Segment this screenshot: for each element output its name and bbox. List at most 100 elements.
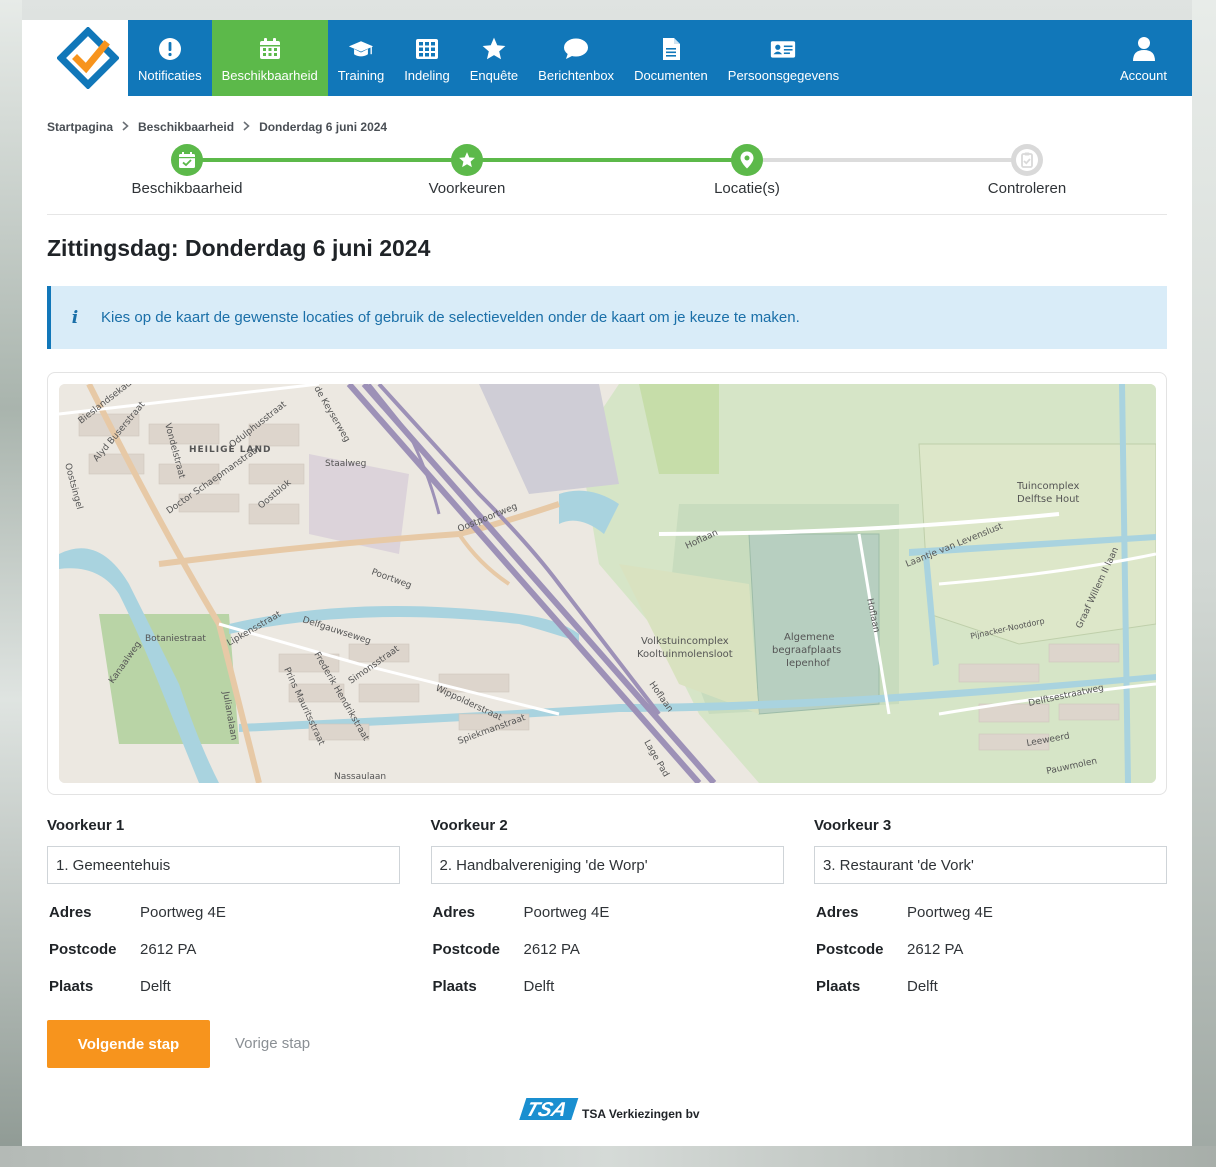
- adres-value: Poortweg 4E: [907, 904, 993, 921]
- info-icon: i: [71, 307, 79, 328]
- brand-logo-icon: [56, 27, 119, 89]
- nav-notificaties[interactable]: Notificaties: [128, 20, 212, 96]
- nav-label: Training: [337, 67, 385, 83]
- step-label: Locatie(s): [714, 180, 780, 197]
- breadcrumb: Startpagina Beschikbaarheid Donderdag 6 …: [47, 120, 387, 134]
- preference-3-select[interactable]: 3. Restaurant 'de Vork': [814, 846, 1167, 884]
- grid-icon: [414, 36, 440, 62]
- postcode-label: Postcode: [49, 941, 117, 958]
- info-alert: i Kies op de kaart de gewenste locaties …: [47, 286, 1167, 349]
- next-step-button[interactable]: Volgende stap: [47, 1020, 210, 1068]
- breadcrumb-item-current: Donderdag 6 juni 2024: [259, 120, 388, 134]
- preference-2: Voorkeur 2 2. Handbalvereniging 'de Worp…: [430, 817, 784, 1005]
- graduation-cap-icon: [348, 36, 374, 62]
- adres-value: Poortweg 4E: [523, 904, 610, 921]
- map-label: begraafplaats: [772, 645, 841, 656]
- calendar-check-icon: [171, 144, 203, 176]
- nav-enquete[interactable]: Enquête: [460, 20, 528, 96]
- step-locaties[interactable]: Locatie(s): [667, 144, 827, 197]
- map-card: HEILIGE LAND Staalweg Oostpoortweg Poort…: [47, 372, 1167, 795]
- star-icon: [451, 144, 483, 176]
- nav-training[interactable]: Training: [328, 20, 394, 96]
- chat-bubble-icon: [563, 36, 589, 62]
- background-photo-left: [0, 0, 22, 1167]
- footer-logo: TSA TSA Verkiezingen bv: [517, 1096, 700, 1122]
- plaats-value: Delft: [140, 978, 171, 995]
- preference-2-select[interactable]: 2. Handbalvereniging 'de Worp': [430, 846, 784, 884]
- nav-label: Beschikbaarheid: [221, 67, 318, 83]
- app-window: Notificaties Beschikbaarheid Training In…: [22, 20, 1192, 1146]
- map-label: Algemene: [784, 632, 835, 643]
- chevron-right-icon: [243, 120, 250, 134]
- plaats-value: Delft: [907, 978, 938, 995]
- map-label: Volkstuincomplex: [641, 636, 729, 647]
- nav-berichtenbox[interactable]: Berichtenbox: [528, 20, 624, 96]
- postcode-label: Postcode: [432, 941, 501, 958]
- background-photo-bottom: [0, 1146, 1216, 1167]
- map-canvas[interactable]: HEILIGE LAND Staalweg Oostpoortweg Poort…: [59, 384, 1156, 783]
- tsa-logo-text: TSA: [523, 1098, 570, 1120]
- preference-1: Voorkeur 1 1. Gemeentehuis Adres Poortweg…: [47, 817, 400, 1005]
- step-label: Controleren: [987, 180, 1067, 197]
- footer-company: TSA Verkiezingen bv: [582, 1107, 700, 1121]
- breadcrumb-item-beschikbaarheid[interactable]: Beschikbaarheid: [138, 120, 234, 134]
- nav-label: Persoonsgegevens: [727, 67, 840, 83]
- step-label: Beschikbaarheid: [131, 180, 243, 197]
- preferences: Voorkeur 1 1. Gemeentehuis Adres Poortweg…: [47, 817, 1167, 1005]
- map-label: Iepenhof: [786, 658, 830, 669]
- postcode-value: 2612 PA: [140, 941, 197, 958]
- nav-documenten[interactable]: Documenten: [624, 20, 718, 96]
- adres-value: Poortweg 4E: [140, 904, 226, 921]
- plaats-value: Delft: [523, 978, 555, 995]
- preference-title: Voorkeur 2: [430, 817, 508, 834]
- nav-label: Account: [1120, 67, 1167, 83]
- map-label: Nassaulaan: [334, 772, 386, 782]
- document-icon: [658, 36, 684, 62]
- step-beschikbaarheid[interactable]: Beschikbaarheid: [107, 144, 267, 197]
- nav-label: Berichtenbox: [538, 67, 615, 83]
- chevron-right-icon: [122, 120, 129, 134]
- user-icon: [1131, 36, 1157, 62]
- top-navigation: Notificaties Beschikbaarheid Training In…: [47, 20, 1192, 96]
- breadcrumb-item-startpagina[interactable]: Startpagina: [47, 120, 113, 134]
- postcode-value: 2612 PA: [907, 941, 964, 958]
- exclamation-circle-icon: [157, 36, 183, 62]
- divider: [47, 214, 1167, 215]
- adres-label: Adres: [816, 904, 859, 921]
- map-label: Delftse Hout: [1017, 494, 1079, 505]
- preference-title: Voorkeur 1: [47, 817, 125, 834]
- adres-label: Adres: [432, 904, 476, 921]
- map-label: Staalweg: [325, 459, 366, 469]
- star-icon: [481, 36, 507, 62]
- brand-logo[interactable]: [47, 20, 128, 96]
- calendar-icon: [257, 36, 283, 62]
- nav-persoonsgegevens[interactable]: Persoonsgegevens: [718, 20, 849, 96]
- tsa-logo-icon: TSA: [519, 1098, 579, 1121]
- step-voorkeuren[interactable]: Voorkeuren: [387, 144, 547, 197]
- nav-indeling[interactable]: Indeling: [394, 20, 460, 96]
- preference-3-details: Adres Poortweg 4E Postcode 2612 PA Plaats D…: [814, 894, 993, 1005]
- nav-label: Documenten: [634, 67, 708, 83]
- nav-account[interactable]: Account: [1095, 20, 1192, 96]
- step-label: Voorkeuren: [428, 180, 506, 197]
- page-title: Zittingsdag: Donderdag 6 juni 2024: [47, 235, 431, 261]
- preference-3: Voorkeur 3 3. Restaurant 'de Vork' Adres…: [814, 817, 1167, 1005]
- nav-beschikbaarheid[interactable]: Beschikbaarheid: [211, 20, 328, 96]
- nav-label: Indeling: [404, 67, 450, 83]
- postcode-value: 2612 PA: [523, 941, 580, 958]
- previous-step-link[interactable]: Vorige stap: [235, 1035, 310, 1052]
- location-map[interactable]: HEILIGE LAND Staalweg Oostpoortweg Poort…: [59, 384, 1156, 783]
- map-pin-icon: [731, 144, 763, 176]
- preference-2-details: Adres Poortweg 4E Postcode 2612 PA Plaats D…: [431, 894, 610, 1005]
- preference-1-select[interactable]: 1. Gemeentehuis: [47, 846, 400, 884]
- preference-1-details: Adres Poortweg 4E Postcode 2612 PA Plaats D…: [47, 894, 226, 1005]
- nav-label: Notificaties: [138, 67, 202, 83]
- map-label: Kooltuinmolensloot: [637, 649, 733, 660]
- nav-label: Enquête: [469, 67, 519, 83]
- step-controleren[interactable]: Controleren: [947, 144, 1107, 197]
- postcode-label: Postcode: [816, 941, 884, 958]
- adres-label: Adres: [49, 904, 92, 921]
- plaats-label: Plaats: [432, 978, 477, 995]
- plaats-label: Plaats: [816, 978, 861, 995]
